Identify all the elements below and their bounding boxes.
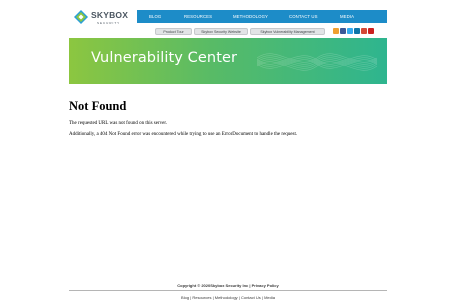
wave-pattern-icon [257,53,377,71]
page-title: Not Found [69,99,127,113]
skybox-logo-icon [74,10,88,24]
twitter-icon[interactable] [347,28,353,34]
footer-divider [69,290,387,291]
nav-item-resources[interactable]: RESOURCES [184,14,212,19]
facebook-icon[interactable] [340,28,346,34]
youtube-icon[interactable] [368,28,374,34]
nav-item-contact-us[interactable]: CONTACT US [289,14,318,19]
footer-link-methodology[interactable]: Methodology [215,295,238,300]
nav-item-methodology[interactable]: METHODOLOGY [233,14,268,19]
error-detail: Additionally, a 404 Not Found error was … [69,132,298,137]
error-message: The requested URL was not found on this … [69,121,167,126]
footer-separator: | [238,295,240,300]
copyright-text: Copyright © 2020Skybox Security Inc | Pr… [177,283,279,288]
logo-tagline: SECURITY [97,21,121,25]
logo-name: SKYBOX [91,10,129,20]
tab-product-tour[interactable]: Product Tour [155,28,192,35]
footer-link-blog[interactable]: Blog [181,295,189,300]
footer-separator: | [261,295,263,300]
footer-link-media[interactable]: Media [264,295,275,300]
footer-link-contact-us[interactable]: Contact Us [241,295,261,300]
skybox-logo[interactable]: SKYBOX SECURITY [74,9,134,27]
footer-links: Blog | Resources | Methodology | Contact… [0,295,456,300]
linkedin-icon[interactable] [354,28,360,34]
vulnerability-center-banner: Vulnerability Center [69,38,387,84]
main-nav: BLOG RESOURCES METHODOLOGY CONTACT US ME… [137,10,387,23]
banner-title: Vulnerability Center [91,50,238,66]
google-plus-icon[interactable] [361,28,367,34]
footer-link-resources[interactable]: Resources [192,295,211,300]
nav-item-media[interactable]: MEDIA [340,14,354,19]
tab-vulnerability-management[interactable]: Skybox Vulnerability Management [250,28,325,35]
footer-separator: | [212,295,214,300]
rss-icon[interactable] [333,28,339,34]
nav-item-blog[interactable]: BLOG [149,14,161,19]
tab-skybox-website[interactable]: Skybox Security Website [194,28,248,35]
